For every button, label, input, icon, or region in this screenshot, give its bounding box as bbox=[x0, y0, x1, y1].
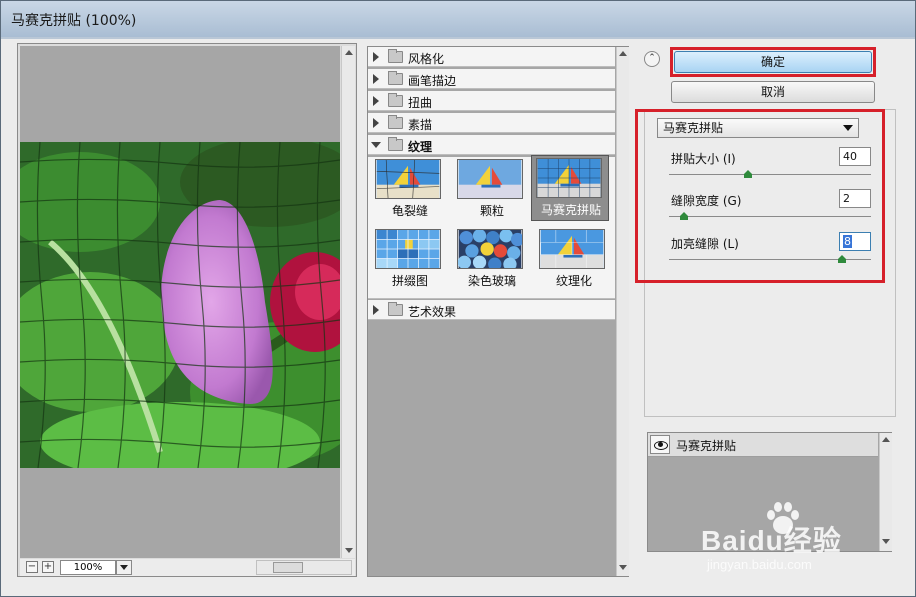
tile-size-slider-track[interactable] bbox=[669, 174, 871, 175]
cancel-button[interactable]: 取消 bbox=[671, 81, 875, 103]
filter-thumb-label: 拼缀图 bbox=[391, 274, 428, 288]
folder-icon bbox=[388, 302, 403, 316]
preview-canvas[interactable] bbox=[20, 46, 340, 558]
grout-width-label: 缝隙宽度 (G) bbox=[671, 194, 742, 208]
effect-layers-panel: 马赛克拼贴 bbox=[647, 432, 892, 552]
zoom-in-button[interactable]: + bbox=[42, 561, 54, 573]
preview-vertical-scrollbar[interactable] bbox=[341, 46, 355, 558]
effect-layer-label: 马赛克拼贴 bbox=[676, 439, 737, 453]
scroll-thumb[interactable] bbox=[273, 562, 303, 573]
category-texture[interactable]: 纹理 bbox=[368, 135, 615, 155]
scroll-up-icon[interactable] bbox=[345, 50, 353, 55]
filter-preview-image bbox=[539, 229, 605, 269]
watermark-url: jingyan.baidu.com bbox=[707, 557, 812, 572]
filter-thumb-label: 马赛克拼贴 bbox=[540, 203, 601, 217]
expand-arrow-icon bbox=[373, 118, 379, 128]
effect-layer-row[interactable]: 马赛克拼贴 bbox=[648, 433, 878, 457]
grout-width-slider-handle[interactable] bbox=[680, 212, 688, 220]
title-bar-edge bbox=[1, 37, 915, 39]
eye-icon[interactable] bbox=[650, 435, 670, 454]
scroll-up-icon[interactable] bbox=[619, 51, 627, 56]
filter-gallery-window: 马赛克拼贴 (100%) − + 100% 风格化 画笔描边 扭曲 素描 纹理 … bbox=[0, 0, 916, 597]
window-title: 马赛克拼贴 (100%) bbox=[11, 13, 137, 29]
filter-thumb-texturizer[interactable]: 纹理化 bbox=[535, 227, 613, 293]
folder-icon bbox=[388, 49, 403, 63]
category-label: 画笔描边 bbox=[408, 74, 457, 88]
filter-thumb-label: 染色玻璃 bbox=[467, 274, 516, 288]
filter-thumb-craquelure[interactable]: 龟裂缝 bbox=[371, 157, 449, 223]
preview-panel: − + 100% bbox=[17, 43, 357, 577]
preview-image bbox=[20, 142, 340, 468]
category-label: 纹理 bbox=[408, 140, 433, 154]
filter-thumb-label: 龟裂缝 bbox=[391, 204, 428, 218]
lighten-grout-input[interactable]: 8 bbox=[839, 232, 871, 251]
expand-arrow-icon bbox=[373, 96, 379, 106]
expand-arrow-icon bbox=[373, 74, 379, 84]
category-sketch[interactable]: 素描 bbox=[368, 113, 615, 133]
lighten-grout-slider-handle[interactable] bbox=[838, 255, 846, 263]
folder-icon bbox=[388, 71, 403, 85]
filter-select-dropdown[interactable]: 马赛克拼贴 bbox=[657, 118, 859, 138]
title-bar: 马赛克拼贴 (100%) bbox=[1, 1, 915, 37]
zoom-dropdown-button[interactable] bbox=[116, 560, 132, 575]
preview-zoom-bar: − + 100% bbox=[20, 559, 355, 576]
layers-scrollbar[interactable] bbox=[879, 433, 892, 551]
filter-thumb-patchwork[interactable]: 拼缀图 bbox=[371, 227, 449, 293]
collapse-arrow-icon bbox=[371, 142, 381, 148]
zoom-level-field[interactable]: 100% bbox=[60, 560, 116, 575]
filter-thumb-stained-glass[interactable]: 染色玻璃 bbox=[453, 227, 531, 293]
folder-icon bbox=[388, 115, 403, 129]
preview-horizontal-scrollbar[interactable] bbox=[256, 560, 352, 575]
category-artistic[interactable]: 艺术效果 bbox=[368, 300, 615, 320]
filter-preview-image bbox=[457, 159, 523, 199]
filter-list-scrollbar[interactable] bbox=[616, 47, 629, 576]
grout-width-slider-track[interactable] bbox=[669, 216, 871, 217]
category-label: 风格化 bbox=[408, 52, 445, 66]
filter-preview-image bbox=[375, 159, 441, 199]
expand-arrow-icon bbox=[373, 305, 379, 315]
category-stylize[interactable]: 风格化 bbox=[368, 47, 615, 67]
folder-icon bbox=[388, 137, 403, 151]
lighten-grout-value: 8 bbox=[843, 235, 852, 248]
scroll-down-icon[interactable] bbox=[345, 548, 353, 553]
filter-thumb-mosaic-tiles[interactable]: 马赛克拼贴 bbox=[531, 155, 609, 221]
filter-preview-image bbox=[457, 229, 523, 269]
category-brush-strokes[interactable]: 画笔描边 bbox=[368, 69, 615, 89]
grout-width-input[interactable]: 2 bbox=[839, 189, 871, 208]
tile-size-input[interactable]: 40 bbox=[839, 147, 871, 166]
filter-thumbnails: 龟裂缝 颗粒 马赛克拼贴 拼缀图 染色玻璃 纹理化 bbox=[368, 155, 615, 299]
category-label: 艺术效果 bbox=[408, 305, 457, 319]
chevron-down-icon bbox=[843, 125, 853, 131]
category-label: 素描 bbox=[408, 118, 433, 132]
scroll-up-icon[interactable] bbox=[882, 437, 890, 442]
scroll-down-icon[interactable] bbox=[882, 539, 890, 544]
category-distort[interactable]: 扭曲 bbox=[368, 91, 615, 111]
scroll-down-icon[interactable] bbox=[619, 565, 627, 570]
filter-preview-image bbox=[536, 158, 602, 198]
lighten-grout-label: 加亮缝隙 (L) bbox=[671, 237, 739, 251]
folder-icon bbox=[388, 93, 403, 107]
filter-thumb-label: 纹理化 bbox=[555, 274, 592, 288]
collapse-icon[interactable]: ⌃ bbox=[644, 51, 660, 67]
filter-list-panel: 风格化 画笔描边 扭曲 素描 纹理 龟裂缝 颗粒 马赛克拼贴 拼缀图 染色玻璃 … bbox=[367, 46, 629, 577]
expand-arrow-icon bbox=[373, 52, 379, 62]
filter-preview-image bbox=[375, 229, 441, 269]
filter-thumb-label: 颗粒 bbox=[479, 204, 504, 218]
ok-highlight-outline bbox=[670, 47, 876, 77]
tile-size-label: 拼贴大小 (I) bbox=[671, 152, 736, 166]
filter-thumb-grain[interactable]: 颗粒 bbox=[453, 157, 531, 223]
tile-size-slider-handle[interactable] bbox=[744, 170, 752, 178]
category-label: 扭曲 bbox=[408, 96, 433, 110]
zoom-out-button[interactable]: − bbox=[26, 561, 38, 573]
